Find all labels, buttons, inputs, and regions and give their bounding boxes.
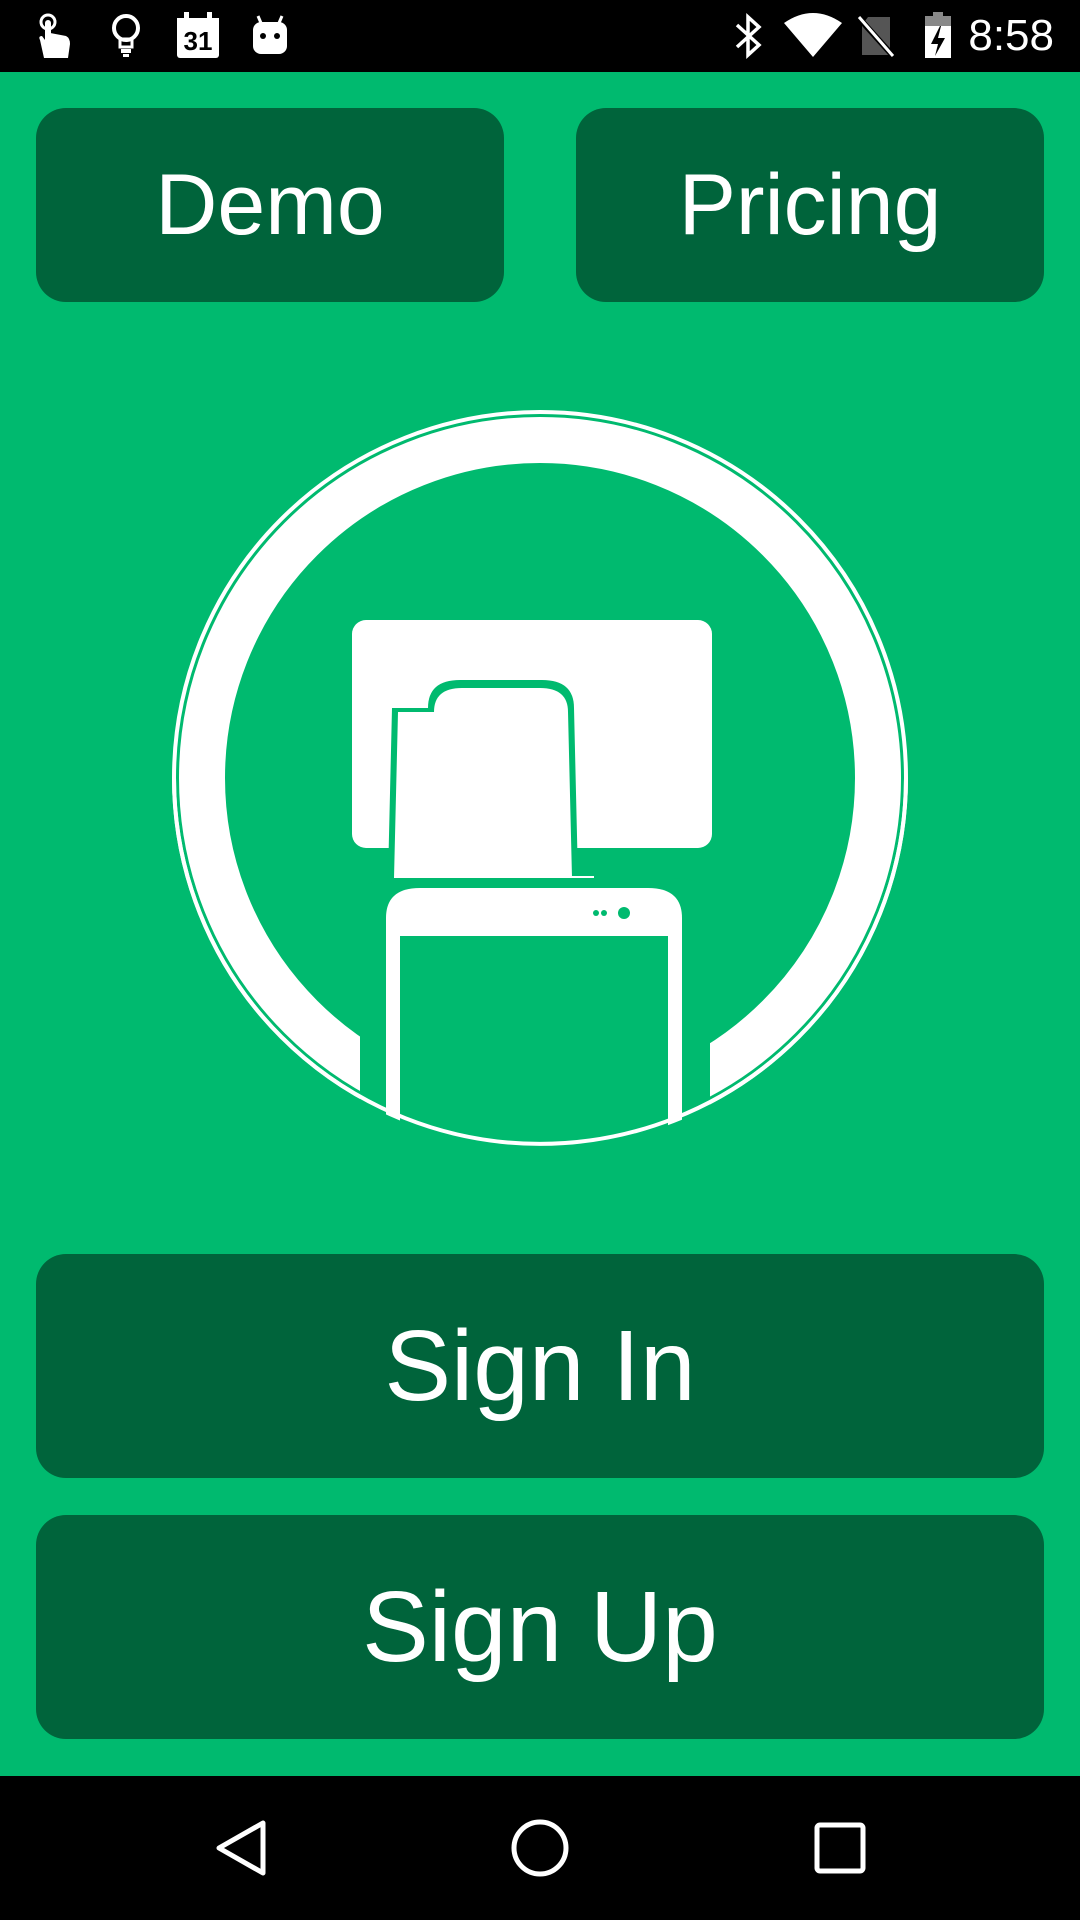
demo-button[interactable]: Demo — [36, 108, 504, 302]
pricing-button[interactable]: Pricing — [576, 108, 1044, 302]
home-icon[interactable] — [495, 1806, 585, 1890]
calendar-day-number: 31 — [183, 26, 213, 56]
touch-hand-icon — [26, 10, 78, 62]
clock: 8:58 — [968, 11, 1054, 60]
no-sim-icon — [850, 10, 902, 62]
sign-up-button[interactable]: Sign Up — [36, 1515, 1044, 1739]
back-icon[interactable] — [196, 1806, 286, 1890]
tablet-phone-logo — [170, 408, 910, 1156]
status-bar: 31 8:58 — [0, 0, 1080, 72]
sign-in-button[interactable]: Sign In — [36, 1254, 1044, 1478]
bluetooth-icon — [722, 10, 774, 62]
recents-icon[interactable] — [795, 1806, 885, 1890]
navigation-bar — [0, 1776, 1080, 1920]
wifi-icon — [780, 10, 846, 62]
android-icon — [244, 10, 296, 62]
lightbulb-icon — [100, 10, 152, 62]
calendar-icon: 31 — [172, 10, 224, 62]
battery-charging-icon — [912, 10, 964, 62]
